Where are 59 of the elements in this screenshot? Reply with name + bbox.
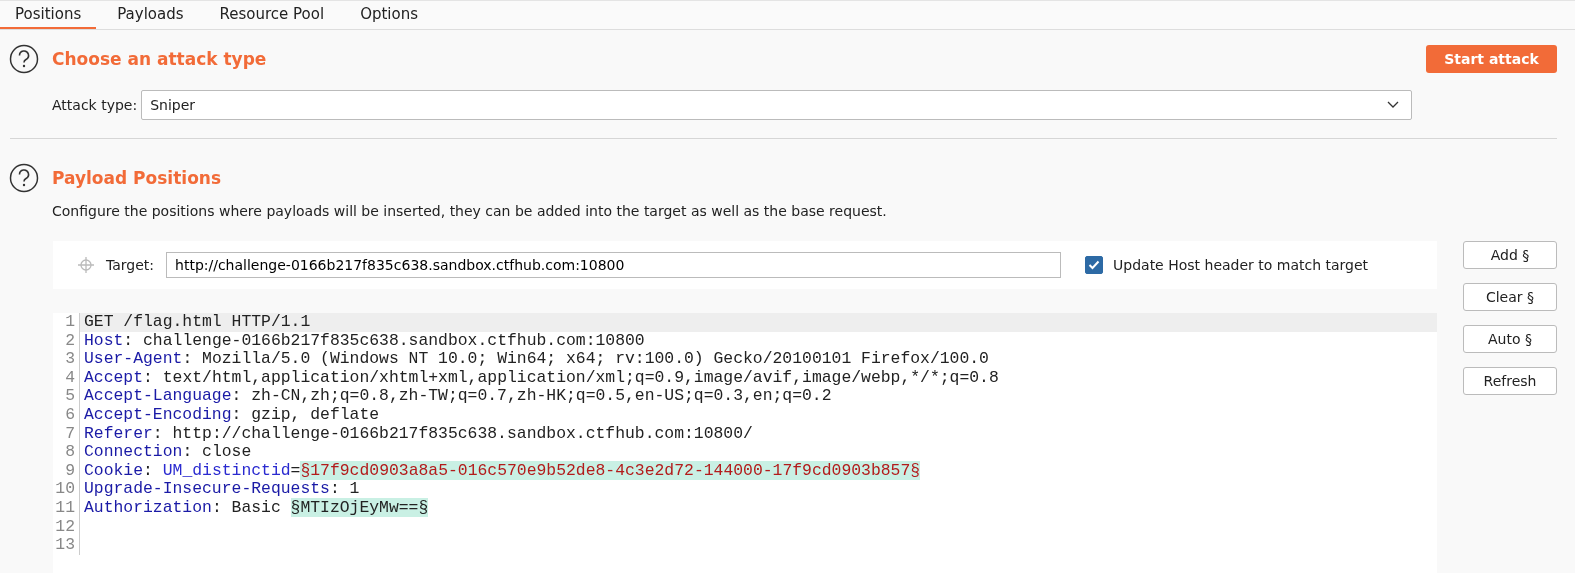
update-host-checkbox[interactable] — [1085, 256, 1104, 274]
section-title: Choose an attack type — [52, 49, 267, 69]
header-name: Referer — [84, 423, 153, 443]
code-text: : Mozilla/5.0 (Windows NT 10.0; Win64; x64; rv:100.0) Gecko/20100101 Firefox/100.0 — [182, 349, 989, 369]
tab[interactable]: Resource Pool — [204, 1, 340, 29]
line-number: 3 — [53, 350, 80, 369]
line-number: 10 — [53, 480, 80, 499]
payload-marker: §MTIzOjEyMw==§ — [290, 497, 429, 517]
line-number: 9 — [53, 461, 80, 481]
line-number: 5 — [53, 387, 80, 406]
header-name: Accept-Language — [84, 386, 232, 406]
description-text: Configure the positions where payloads will be inserted, they can be added into the target as well as the base request. — [52, 203, 888, 219]
line-number: 12 — [53, 517, 80, 537]
line-number: 13 — [53, 536, 80, 555]
tab[interactable]: Positions — [0, 1, 97, 29]
request-editor[interactable] — [53, 313, 1437, 573]
section-title: Payload Positions — [52, 168, 222, 188]
editor-button[interactable]: Clear § — [1463, 283, 1557, 311]
line-number: 7 — [53, 424, 80, 444]
code-text: : 1 — [329, 479, 360, 499]
line-number: 11 — [53, 498, 80, 518]
payload-marker: §17f9cd0903a8a5-016c570e9b52de8-4c3e2d72-144000-17f9cd0903b857§ — [300, 460, 921, 480]
line-number: 6 — [53, 405, 80, 425]
line-number: 8 — [53, 443, 80, 462]
crosshair-icon — [78, 257, 94, 273]
header-name: Accept — [84, 367, 144, 387]
line-number: 4 — [53, 368, 80, 388]
header-name: Connection — [84, 442, 183, 462]
help-icon[interactable] — [9, 163, 39, 193]
code-text: : gzip, deflate — [231, 404, 380, 424]
editor-button[interactable]: Add § — [1463, 241, 1557, 269]
header-name: Accept-Encoding — [84, 404, 232, 424]
update-host-label: Update Host header to match target — [1113, 257, 1369, 273]
editor-button[interactable]: Auto § — [1463, 325, 1557, 353]
code-text: : Basic — [211, 497, 282, 517]
header-name: User-Agent — [84, 349, 183, 369]
code-text: : zh-CN,zh;q=0.8,zh-TW;q=0.7,zh-HK;q=0.5,en-US;q=0.3,en;q=0.2 — [231, 386, 832, 406]
tab[interactable]: Payloads — [102, 1, 199, 29]
attack-type-label: Attack type: — [52, 97, 138, 113]
header-name: Host — [84, 330, 124, 350]
header-name: Cookie — [84, 460, 144, 480]
parameter-name: UM_distinctid — [162, 460, 291, 480]
target-label: Target: — [106, 257, 155, 273]
editor-button[interactable]: Refresh — [1463, 367, 1557, 395]
code-text: : text/html,application/xhtml+xml,application/xml;q=0.9,image/avif,image/webp,*/*;q=0.8 — [143, 367, 999, 387]
header-name: Upgrade-Insecure-Requests — [84, 479, 330, 499]
code-text: : — [143, 460, 154, 480]
header-name: Authorization — [84, 497, 212, 517]
tab[interactable]: Options — [345, 1, 434, 29]
code-text: : close — [182, 442, 252, 462]
help-icon[interactable] — [9, 44, 39, 74]
code-text: = — [290, 460, 301, 480]
code-text: : http://challenge-0166b217f835c638.sandbox.ctfhub.com:10800/ — [152, 423, 753, 443]
chevron-down-icon — [1387, 101, 1399, 109]
line-number: 2 — [53, 331, 80, 351]
code-text: GET /flag.html HTTP/1.1 — [84, 312, 311, 331]
attack-type-dropdown[interactable]: Sniper — [141, 90, 1412, 120]
code-text: : challenge-0166b217f835c638.sandbox.ctfhub.com:10800 — [123, 330, 645, 350]
target-field[interactable]: http://challenge-0166b217f835c638.sandbox.ctfhub.com:10800 — [166, 252, 1062, 278]
